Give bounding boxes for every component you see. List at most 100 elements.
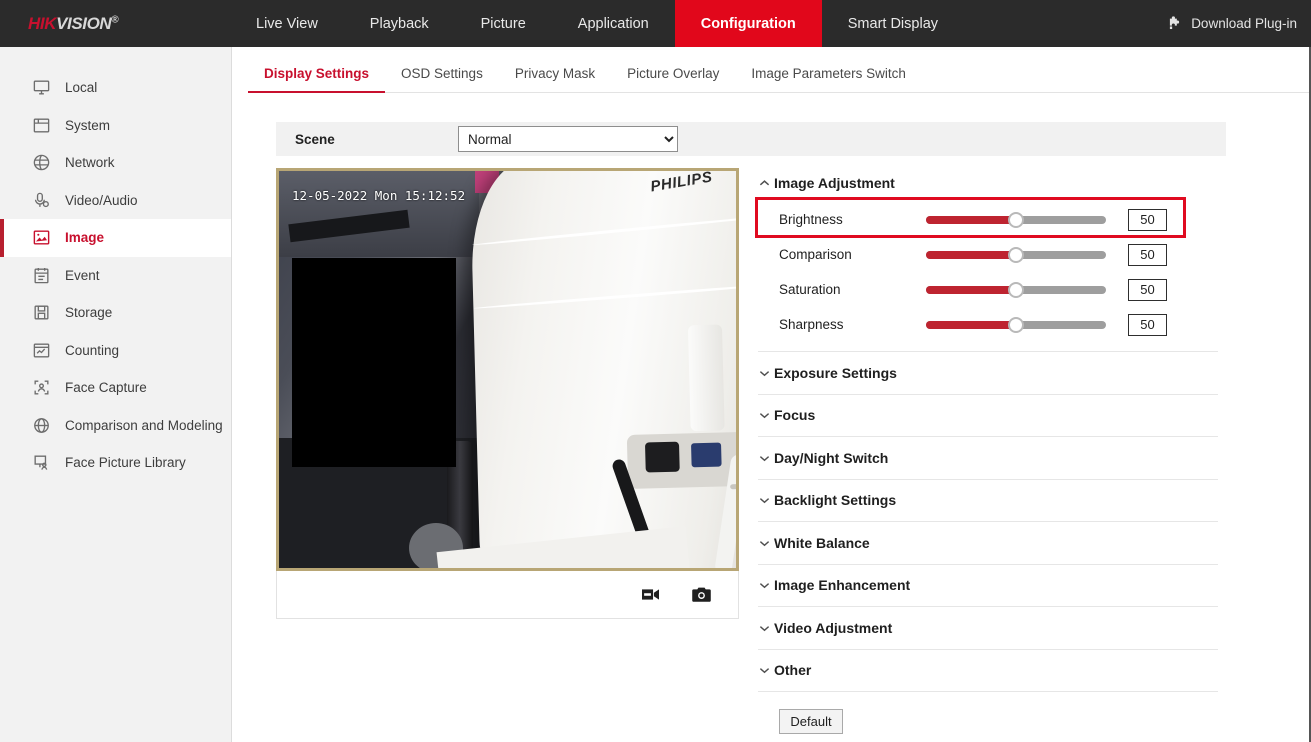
- sidebar-item-system[interactable]: System: [0, 107, 231, 145]
- video-ceiling-shadow: [288, 209, 410, 243]
- slider-label-brightness: Brightness: [779, 212, 843, 227]
- video-preview-pane: PHILIPS 12-05-2022 Mon 15:12:52: [276, 168, 739, 734]
- scene-select[interactable]: Normal: [458, 126, 678, 152]
- privacy-mask-overlay: [292, 258, 456, 467]
- saturation-value-input[interactable]: 50: [1128, 278, 1167, 301]
- camera-config-page: HIKVISION® Live View Playback Picture Ap…: [0, 0, 1311, 742]
- sidebar-item-event[interactable]: Event: [0, 257, 231, 295]
- video-monitor-port-bay: [626, 430, 736, 489]
- section-white-balance[interactable]: White Balance: [758, 522, 1218, 565]
- video-monitor-vent: [730, 482, 736, 490]
- sidebar-label-counting: Counting: [65, 342, 120, 358]
- section-video-adjustment[interactable]: Video Adjustment: [758, 607, 1218, 650]
- person-screen-icon: [30, 452, 52, 474]
- sidebar-label-image: Image: [65, 230, 105, 246]
- brightness-slider-thumb[interactable]: [1008, 211, 1024, 228]
- sphere-icon: [30, 414, 52, 436]
- tab-display-settings[interactable]: Display Settings: [248, 66, 386, 93]
- footer-actions: Default: [758, 709, 1218, 734]
- section-image-adjustment[interactable]: Image Adjustment: [758, 168, 1218, 197]
- sidebar-item-comparison-and-modeling[interactable]: Comparison and Modeling: [0, 407, 231, 445]
- camera-snapshot-icon[interactable]: [691, 586, 712, 604]
- sub-tab-bar: Display Settings OSD Settings Privacy Ma…: [248, 47, 1309, 93]
- slider-row-comparison: Comparison 50: [758, 237, 1218, 272]
- sharpness-slider[interactable]: [926, 316, 1106, 333]
- microphone-gear-icon: [30, 189, 52, 211]
- disk-icon: [30, 302, 52, 324]
- nav-item-picture[interactable]: Picture: [455, 0, 552, 47]
- caret-down-icon: [758, 411, 771, 419]
- sidebar-item-face-picture-library[interactable]: Face Picture Library: [0, 444, 231, 482]
- caret-down-icon: [758, 369, 771, 377]
- brightness-value-input[interactable]: 50: [1128, 208, 1167, 231]
- section-other[interactable]: Other: [758, 650, 1218, 692]
- section-day-night-switch[interactable]: Day/Night Switch: [758, 437, 1218, 480]
- video-preview-toolbar: [276, 571, 739, 619]
- nav-item-configuration[interactable]: Configuration: [674, 0, 822, 47]
- nav-item-application[interactable]: Application: [552, 0, 675, 47]
- sidebar-item-counting[interactable]: Counting: [0, 332, 231, 370]
- comparison-value-input[interactable]: 50: [1128, 243, 1167, 266]
- collapsed-sections: Exposure Settings Focus Day/Night Switch: [758, 351, 1218, 692]
- sidebar-label-face-capture: Face Capture: [65, 380, 147, 396]
- sidebar-item-storage[interactable]: Storage: [0, 294, 231, 332]
- sharpness-value-input[interactable]: 50: [1128, 313, 1167, 336]
- sidebar-label-face-picture-library: Face Picture Library: [65, 455, 186, 471]
- saturation-slider[interactable]: [926, 281, 1106, 298]
- section-title-video-adjustment: Video Adjustment: [774, 619, 893, 636]
- image-settings-pane: Image Adjustment Brightness 50 Compariso…: [755, 168, 1218, 734]
- section-image-enhancement[interactable]: Image Enhancement: [758, 565, 1218, 607]
- comparison-slider[interactable]: [926, 246, 1106, 263]
- video-monitor-seam-upper: [471, 214, 736, 247]
- tab-picture-overlay[interactable]: Picture Overlay: [611, 66, 735, 92]
- nav-item-live-view[interactable]: Live View: [230, 0, 344, 47]
- slider-row-brightness: Brightness 50: [755, 197, 1218, 238]
- globe-icon: [30, 152, 52, 174]
- calendar-icon: [30, 264, 52, 286]
- sidebar-item-network[interactable]: Network: [0, 144, 231, 182]
- brightness-slider[interactable]: [926, 211, 1106, 228]
- top-navigation-bar: HIKVISION® Live View Playback Picture Ap…: [0, 0, 1311, 47]
- video-timestamp-osd: 12-05-2022 Mon 15:12:52: [292, 188, 466, 203]
- video-monitor-stand: [687, 324, 725, 432]
- video-record-icon[interactable]: [640, 586, 661, 603]
- sidebar-item-local[interactable]: Local: [0, 69, 231, 107]
- nav-item-playback[interactable]: Playback: [344, 0, 455, 47]
- video-ceiling-region: [279, 171, 479, 257]
- section-title-image-enhancement: Image Enhancement: [774, 577, 911, 594]
- logo-registered-mark: ®: [111, 13, 119, 25]
- tab-privacy-mask[interactable]: Privacy Mask: [499, 66, 611, 92]
- top-nav-items: Live View Playback Picture Application C…: [230, 0, 964, 47]
- saturation-slider-thumb[interactable]: [1008, 281, 1024, 298]
- caret-down-icon: [758, 666, 771, 674]
- caret-down-icon: [758, 624, 771, 632]
- sharpness-slider-thumb[interactable]: [1008, 316, 1024, 333]
- sidebar-label-system: System: [65, 117, 111, 133]
- section-backlight-settings[interactable]: Backlight Settings: [758, 480, 1218, 522]
- section-title-white-balance: White Balance: [774, 534, 870, 551]
- sidebar-item-image[interactable]: Image: [0, 219, 231, 257]
- window-icon: [30, 114, 52, 136]
- download-plugin-link[interactable]: Download Plug-in: [1166, 0, 1297, 47]
- video-monitor-brand-text: PHILIPS: [649, 168, 714, 196]
- section-exposure-settings[interactable]: Exposure Settings: [758, 352, 1218, 395]
- sidebar-label-local: Local: [65, 80, 98, 96]
- sidebar-label-storage: Storage: [65, 305, 113, 321]
- section-focus[interactable]: Focus: [758, 395, 1218, 437]
- image-adjustment-sliders: Brightness 50 Comparison 50 Saturation 5…: [755, 197, 1218, 342]
- tab-image-parameters-switch[interactable]: Image Parameters Switch: [735, 66, 922, 92]
- comparison-slider-thumb[interactable]: [1008, 246, 1024, 263]
- live-video-preview[interactable]: PHILIPS 12-05-2022 Mon 15:12:52: [276, 168, 739, 571]
- sidebar-item-face-capture[interactable]: Face Capture: [0, 369, 231, 407]
- sidebar-label-event: Event: [65, 267, 100, 283]
- default-button[interactable]: Default: [779, 709, 843, 734]
- sidebar-item-video-audio[interactable]: Video/Audio: [0, 182, 231, 220]
- slider-row-sharpness: Sharpness 50: [758, 307, 1218, 342]
- video-vga-plug: [691, 442, 722, 468]
- tab-osd-settings[interactable]: OSD Settings: [385, 66, 499, 92]
- nav-item-smart-display[interactable]: Smart Display: [822, 0, 964, 47]
- video-monitor-rear: PHILIPS: [469, 168, 736, 568]
- caret-down-icon: [758, 496, 771, 504]
- brightness-slider-fill: [926, 215, 1016, 224]
- sharpness-slider-fill: [926, 320, 1016, 329]
